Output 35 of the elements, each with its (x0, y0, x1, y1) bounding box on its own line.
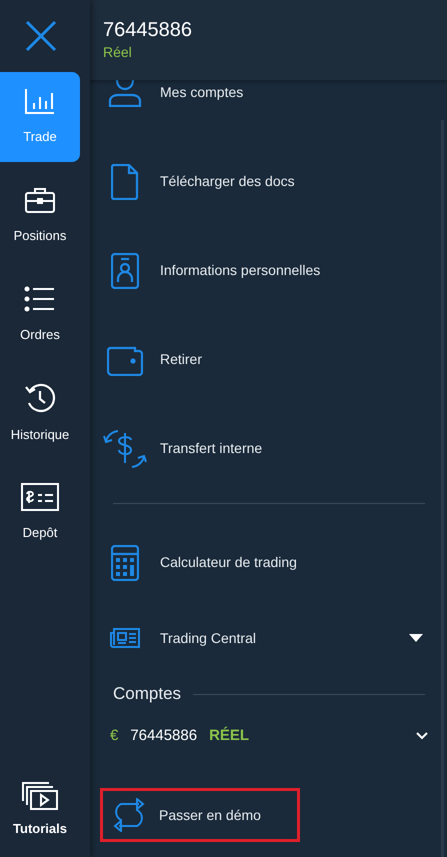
nav-tab[interactable]: Ordres (0, 270, 80, 360)
nav-tab[interactable]: Historique (0, 369, 80, 459)
caret-down-icon[interactable] (409, 633, 423, 643)
person-icon (108, 80, 142, 106)
id-badge-icon (111, 252, 139, 288)
menu-item[interactable]: Mes comptes (90, 80, 447, 137)
section-title: Comptes (113, 683, 182, 706)
nav-tab[interactable]: Tutorials (0, 775, 80, 845)
chevron-down-icon[interactable] (415, 731, 429, 741)
calculator-icon (111, 544, 139, 580)
account-type: RÉEL (209, 726, 250, 746)
menu-item[interactable]: Trading Central (90, 607, 447, 669)
menu-item[interactable]: Informations personnelles (90, 226, 447, 315)
video-stack-icon (21, 781, 59, 812)
history-icon (24, 383, 56, 414)
switch-demo-button[interactable]: Passer en démo (100, 788, 300, 842)
bar-chart-icon (24, 87, 56, 116)
list-icon (24, 285, 56, 314)
cheque-icon (21, 483, 59, 512)
menu-item[interactable]: Calculateur de trading (90, 518, 447, 607)
document-icon (111, 164, 139, 200)
menu-item[interactable]: Télécharger des docs (90, 137, 447, 226)
account-number: 76445886 (103, 18, 193, 42)
close-icon[interactable] (25, 20, 57, 52)
swap-arrows-icon (111, 798, 147, 832)
nav-tab[interactable]: Depôt (0, 468, 80, 558)
newspaper-icon (110, 628, 140, 648)
briefcase-icon (24, 186, 56, 214)
menu-item[interactable]: Transfert interne (90, 404, 447, 493)
account-row[interactable]: € 76445886 RÉEL (90, 714, 447, 758)
account-type: Réel (103, 43, 133, 62)
nav-tab[interactable]: Positions (0, 171, 80, 261)
account-number: 76445886 (130, 726, 198, 746)
menu-item[interactable]: Retirer (90, 315, 447, 404)
currency-symbol: € (110, 726, 118, 746)
